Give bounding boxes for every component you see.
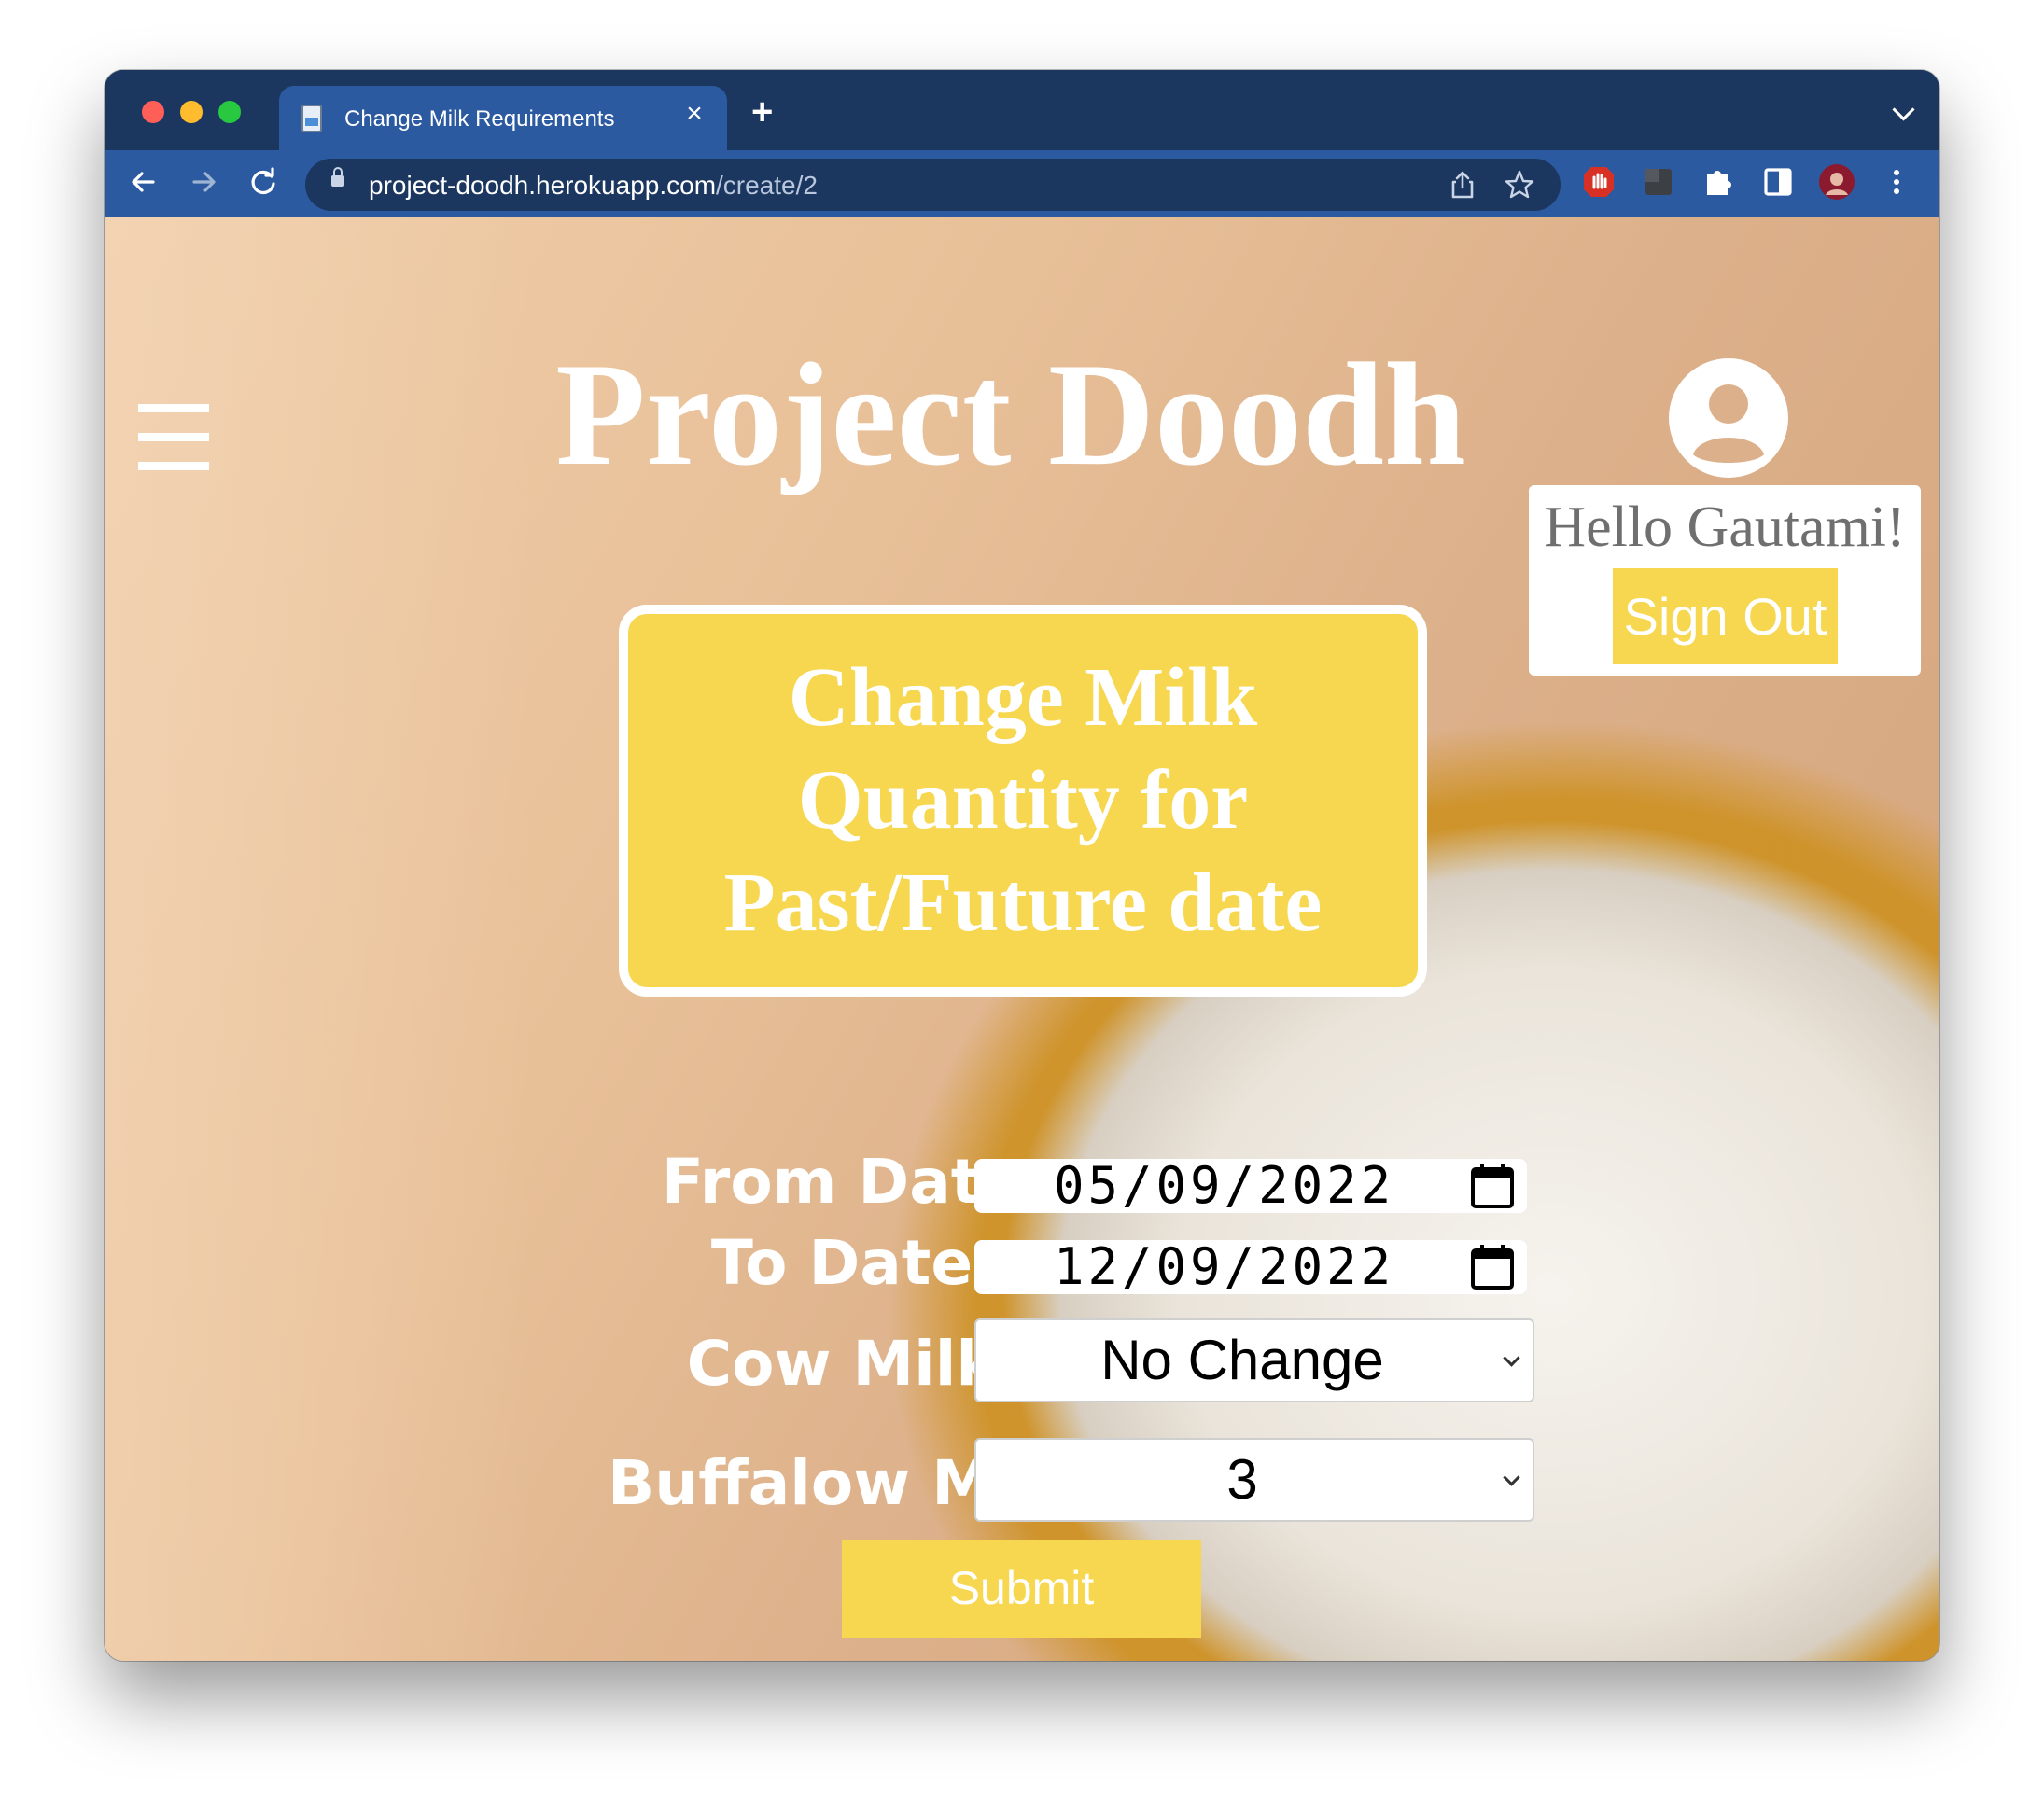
share-icon[interactable] — [1446, 168, 1479, 202]
buffalo-milk-selected-value: 3 — [1226, 1448, 1258, 1511]
tab-close-icon[interactable]: × — [680, 100, 708, 128]
from-date-value: 05/09/2022 — [1054, 1156, 1395, 1215]
browser-toolbar: project-doodh.herokuapp.com/create/2 — [105, 150, 1939, 217]
from-date-input[interactable]: 05/09/2022 — [974, 1159, 1527, 1213]
account-icon[interactable] — [1668, 357, 1789, 479]
cow-milk-select[interactable]: No Change — [974, 1318, 1534, 1402]
extension-box-icon[interactable] — [1638, 161, 1679, 202]
heading-line: Past/Future date — [723, 857, 1323, 949]
url-text[interactable]: project-doodh.herokuapp.com/create/2 — [369, 171, 818, 201]
tab-strip: Change Milk Requirements × + — [105, 70, 1939, 150]
close-window-button[interactable] — [142, 101, 164, 123]
site-title: Project Doodh — [555, 333, 1466, 496]
maximize-window-button[interactable] — [218, 101, 241, 123]
adblock-icon[interactable] — [1578, 161, 1619, 202]
cow-milk-selected-value: No Change — [1100, 1329, 1384, 1391]
page-content: Project Doodh Hello Gautami! Sign Out Ch… — [105, 217, 1939, 1661]
milk-carton-icon — [301, 105, 322, 132]
to-date-value: 12/09/2022 — [1054, 1237, 1395, 1296]
user-card: Hello Gautami! Sign Out — [1529, 485, 1921, 676]
buffalo-milk-select[interactable]: 3 — [974, 1438, 1534, 1522]
heading-line: Quantity for — [797, 754, 1249, 846]
to-date-input[interactable]: 12/09/2022 — [974, 1240, 1527, 1294]
tab-active[interactable]: Change Milk Requirements × — [279, 86, 727, 150]
heading-line: Change Milk — [788, 651, 1258, 744]
browser-window: Change Milk Requirements × + project-doo… — [105, 70, 1939, 1661]
tab-title: Change Milk Requirements — [344, 106, 615, 132]
star-icon[interactable] — [1503, 168, 1536, 202]
page-heading-banner: Change Milk Quantity for Past/Future dat… — [619, 605, 1427, 997]
sign-out-button[interactable]: Sign Out — [1613, 568, 1838, 664]
profile-avatar-icon[interactable] — [1816, 161, 1857, 202]
back-icon[interactable] — [123, 161, 164, 202]
submit-button[interactable]: Submit — [842, 1540, 1201, 1638]
calendar-icon[interactable] — [1469, 1162, 1516, 1210]
new-tab-button[interactable]: + — [751, 93, 773, 131]
greeting-text: Hello Gautami! — [1544, 495, 1906, 559]
calendar-icon[interactable] — [1469, 1243, 1516, 1291]
kebab-menu-icon[interactable] — [1876, 161, 1917, 202]
puzzle-icon[interactable] — [1698, 161, 1739, 202]
tab-search-chevron-icon[interactable] — [1892, 98, 1915, 121]
minimize-window-button[interactable] — [180, 101, 203, 123]
forward-icon[interactable] — [183, 161, 224, 202]
address-bar[interactable]: project-doodh.herokuapp.com/create/2 — [305, 159, 1561, 211]
lock-icon[interactable] — [331, 167, 344, 187]
reload-icon[interactable] — [243, 161, 284, 202]
sidepanel-icon[interactable] — [1757, 161, 1799, 202]
